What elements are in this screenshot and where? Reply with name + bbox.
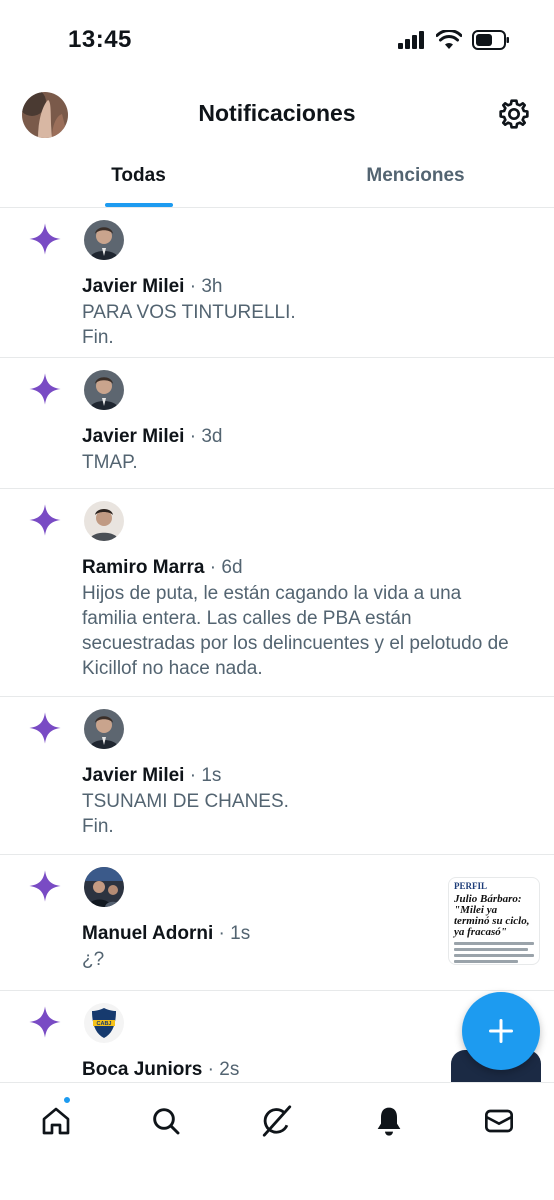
timestamp: · 1s <box>189 765 222 786</box>
author-name[interactable]: Javier Milei <box>82 426 184 447</box>
thumbnail-logo: PERFIL <box>454 881 488 891</box>
nav-notifications[interactable] <box>369 1101 409 1141</box>
thumbnail-headline: Julio Bárbaro: "Milei ya terminó su cicl… <box>454 893 530 938</box>
status-icons <box>398 30 510 50</box>
nav-home[interactable] <box>36 1101 76 1141</box>
status-time: 13:45 <box>68 26 132 53</box>
post-text-line: familia entera. Las calles de PBA están <box>82 608 412 629</box>
timestamp: · 3h <box>189 276 223 297</box>
notification-item[interactable]: Javier Milei · 3h PARA VOS TINTURELLI. F… <box>0 208 554 358</box>
page-title: Notificaciones <box>198 100 356 126</box>
active-tab-indicator <box>105 203 173 207</box>
bottom-nav <box>0 1082 554 1200</box>
compose-button[interactable] <box>462 992 540 1070</box>
plus-icon <box>489 1019 513 1043</box>
search-icon <box>153 1108 180 1135</box>
avatar[interactable] <box>84 501 124 541</box>
post-text-line: Fin. <box>82 327 114 348</box>
post-text-line: Fin. <box>82 816 114 837</box>
media-thumbnail[interactable]: PERFIL Julio Bárbaro: "Milei ya terminó … <box>448 877 540 965</box>
post-text-line: TSUNAMI DE CHANES. <box>82 791 289 812</box>
post-text-line: TMAP. <box>82 452 138 473</box>
sparkle-icon <box>29 504 61 536</box>
timestamp: · 3d <box>189 426 223 447</box>
wifi-icon <box>436 30 462 49</box>
timestamp: · 6d <box>209 557 243 578</box>
avatar[interactable] <box>84 370 124 410</box>
post-text-line: secuestradas por los delincuentes y el p… <box>82 633 509 654</box>
bell-icon <box>377 1107 401 1136</box>
author-name[interactable]: Boca Juniors <box>82 1059 202 1080</box>
post-text-line: PARA VOS TINTURELLI. <box>82 302 296 323</box>
author-name[interactable]: Javier Milei <box>82 276 184 297</box>
home-icon <box>42 1107 70 1135</box>
battery-icon <box>472 30 509 50</box>
notification-item[interactable]: Javier Milei · 1s TSUNAMI DE CHANES. Fin… <box>0 697 554 855</box>
settings-gear-icon[interactable] <box>496 96 532 132</box>
tab-menciones[interactable]: Menciones <box>277 150 554 207</box>
sparkle-icon <box>29 1006 61 1038</box>
timestamp: · 2s <box>207 1059 240 1080</box>
sparkle-icon <box>29 373 61 405</box>
author-name[interactable]: Manuel Adorni <box>82 923 213 944</box>
sparkle-icon <box>29 870 61 902</box>
author-name[interactable]: Ramiro Marra <box>82 557 205 578</box>
post-text-line: Hijos de puta, le están cagando la vida … <box>82 583 462 604</box>
avatar[interactable] <box>84 709 124 749</box>
signal-icon <box>398 31 424 49</box>
avatar[interactable] <box>84 220 124 260</box>
author-name[interactable]: Javier Milei <box>82 765 184 786</box>
avatar[interactable]: CABJ <box>84 1003 124 1043</box>
thumbnail-text-lines <box>454 942 534 963</box>
nav-grok[interactable] <box>257 1101 297 1141</box>
timestamp: · 1s <box>218 923 251 944</box>
avatar[interactable] <box>84 867 124 907</box>
notification-item[interactable]: Manuel Adorni · 1s ¿? PERFIL Julio Bárba… <box>0 855 554 991</box>
notification-item[interactable]: Javier Milei · 3d TMAP. <box>0 358 554 489</box>
tab-todas-label: Todas <box>111 165 166 186</box>
mail-icon <box>485 1109 513 1133</box>
nav-search[interactable] <box>146 1101 186 1141</box>
post-text-line: Kicillof no hace nada. <box>82 658 263 679</box>
avatar-monogram: CABJ <box>97 1021 112 1027</box>
header: Notificaciones <box>0 80 554 150</box>
sparkle-icon <box>29 223 61 255</box>
tab-menciones-label: Menciones <box>366 165 465 186</box>
tab-todas[interactable]: Todas <box>0 150 277 207</box>
sparkle-icon <box>29 712 61 744</box>
notification-tabs: Todas Menciones <box>0 150 554 208</box>
grok-icon <box>262 1105 292 1137</box>
nav-messages[interactable] <box>479 1101 519 1141</box>
home-unread-dot <box>62 1095 72 1105</box>
notification-item[interactable]: Ramiro Marra · 6d Hijos de puta, le está… <box>0 489 554 697</box>
notifications-feed[interactable]: Javier Milei · 3h PARA VOS TINTURELLI. F… <box>0 208 554 1083</box>
status-bar: 13:45 <box>0 0 554 80</box>
